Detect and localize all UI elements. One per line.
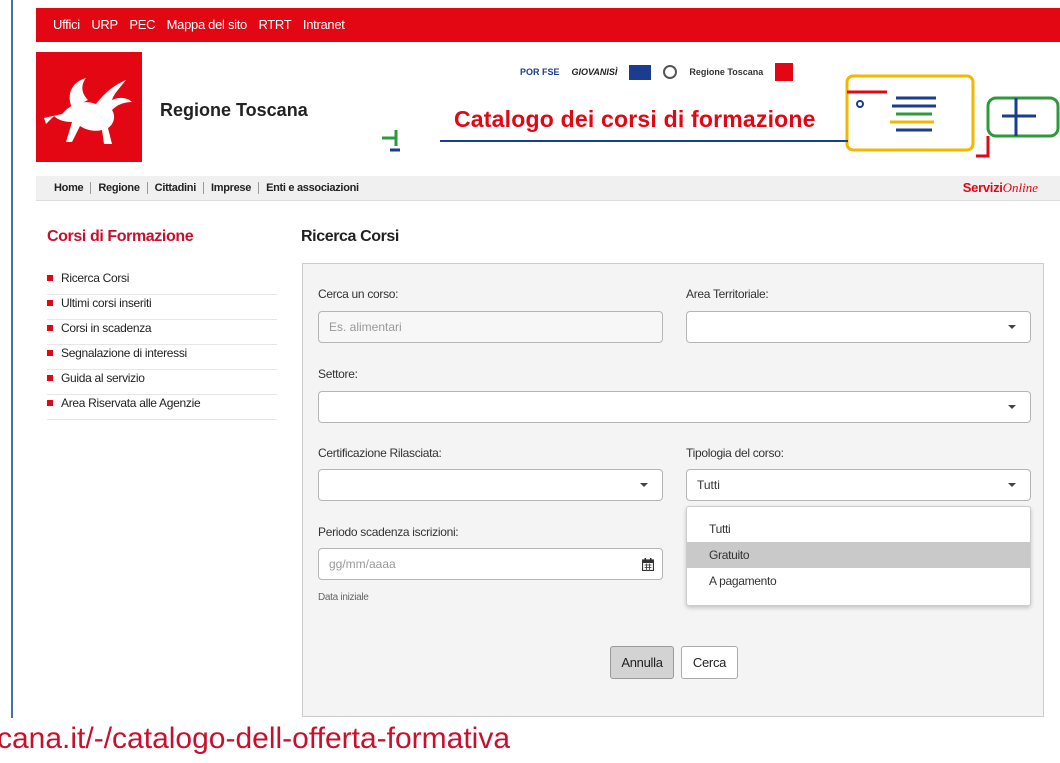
small-pegasus-icon (775, 63, 794, 81)
sidebar-item-ultimi-corsi[interactable]: Ultimi corsi inseriti (47, 295, 277, 320)
area-select[interactable] (686, 311, 1031, 343)
search-input[interactable]: Es. alimentari (318, 311, 663, 343)
nav-cittadini[interactable]: Cittadini (148, 182, 204, 194)
nav-regione[interactable]: Regione (91, 182, 148, 194)
sidebar-item-label: Corsi in scadenza (61, 321, 152, 335)
eu-flag-icon (629, 64, 652, 80)
calendar-icon[interactable] (642, 558, 654, 571)
cancel-button[interactable]: Annulla (610, 646, 674, 679)
tipologia-dropdown: Tutti Gratuito A pagamento (686, 506, 1031, 606)
sidebar-item-ricerca-corsi[interactable]: Ricerca Corsi (47, 270, 277, 295)
area-label: Area Territoriale: (686, 287, 769, 301)
top-link-pec[interactable]: PEC (129, 17, 155, 32)
republic-emblem-icon (663, 65, 678, 79)
top-link-mappa[interactable]: Mappa del sito (167, 17, 248, 32)
option-gratuito[interactable]: Gratuito (687, 542, 1030, 568)
date-placeholder: gg/mm/aaaa (329, 557, 396, 571)
top-link-rtrt[interactable]: RTRT (258, 17, 291, 32)
sidebar-item-label: Ricerca Corsi (61, 271, 130, 285)
date-hint: Data iniziale (318, 592, 369, 603)
pegasus-logo[interactable] (36, 52, 142, 162)
giovanisi-logo: GIOVANISÌ (571, 67, 618, 77)
tipologia-label: Tipologia del corso: (686, 446, 784, 460)
top-link-uffici[interactable]: Uffici (53, 17, 80, 32)
sidebar-menu: Ricerca Corsi Ultimi corsi inseriti Cors… (47, 270, 277, 420)
nav-home[interactable]: Home (44, 182, 92, 194)
main-nav: Home Regione Cittadini Imprese Enti e as… (36, 176, 1060, 201)
top-link-intranet[interactable]: Intranet (303, 17, 345, 32)
search-label: Cerca un corso: (318, 287, 399, 301)
search-button[interactable]: Cerca (681, 646, 738, 679)
cert-label: Certificazione Rilasciata: (318, 446, 442, 460)
sidebar-item-corsi-scadenza[interactable]: Corsi in scadenza (47, 320, 277, 345)
settore-select[interactable] (318, 391, 1031, 423)
cert-select[interactable] (318, 469, 663, 501)
chevron-down-icon (1008, 405, 1016, 409)
servizi-text: Servizi (962, 180, 1003, 195)
tipologia-value: Tutti (697, 478, 720, 492)
sidebar-item-guida[interactable]: Guida al servizio (47, 370, 277, 395)
sidebar-item-label: Segnalazione di interessi (61, 346, 187, 360)
tipologia-select[interactable]: Tutti (686, 469, 1031, 501)
date-input[interactable]: gg/mm/aaaa (318, 548, 663, 580)
sidebar-item-label: Area Riservata alle Agenzie (61, 396, 201, 410)
regione-toscana-small-logo: Regione Toscana (689, 67, 764, 77)
top-link-urp[interactable]: URP (91, 17, 118, 32)
pegasus-icon (44, 78, 132, 144)
left-border-line (11, 0, 13, 718)
sidebar-item-label: Guida al servizio (61, 371, 145, 385)
bullet-icon (47, 350, 53, 356)
bullet-icon (47, 275, 53, 281)
sidebar-item-segnalazione[interactable]: Segnalazione di interessi (47, 345, 277, 370)
settore-label: Settore: (318, 367, 358, 381)
page-title: Ricerca Corsi (301, 228, 399, 245)
option-a-pagamento[interactable]: A pagamento (687, 568, 1030, 594)
chevron-down-icon (1008, 325, 1016, 329)
bullet-icon (47, 325, 53, 331)
search-placeholder: Es. alimentari (329, 320, 402, 334)
bullet-icon (47, 375, 53, 381)
top-bar: Uffici URP PEC Mappa del sito RTRT Intra… (36, 8, 1060, 42)
chevron-down-icon (640, 483, 648, 487)
periodo-label: Periodo scadenza iscrizioni: (318, 525, 459, 539)
org-name: Regione Toscana (160, 100, 308, 120)
sidebar-item-label: Ultimi corsi inseriti (61, 296, 152, 310)
sidebar-item-area-riservata[interactable]: Area Riservata alle Agenzie (47, 395, 277, 420)
option-tutti[interactable]: Tutti (687, 516, 1030, 542)
site-header: Regione Toscana POR FSE GIOVANISÌ Region… (36, 42, 1060, 166)
catalog-underline (440, 140, 848, 142)
footer-url-text: cana.it/-/catalogo-dell-offerta-formativ… (0, 722, 511, 755)
porfse-logo: POR FSE (520, 67, 560, 77)
bullet-icon (47, 300, 53, 306)
sponsor-logos: POR FSE GIOVANISÌ Regione Toscana (520, 60, 794, 84)
sidebar-title: Corsi di Formazione (47, 228, 194, 245)
servizi-online-logo[interactable]: ServiziOnline (963, 180, 1038, 196)
nav-imprese[interactable]: Imprese (204, 182, 260, 194)
online-text: Online (1002, 180, 1038, 195)
bullet-icon (47, 400, 53, 406)
catalog-title: Catalogo dei corsi di formazione (454, 106, 816, 132)
chevron-down-icon (1008, 483, 1016, 487)
nav-enti[interactable]: Enti e associazioni (259, 182, 366, 194)
